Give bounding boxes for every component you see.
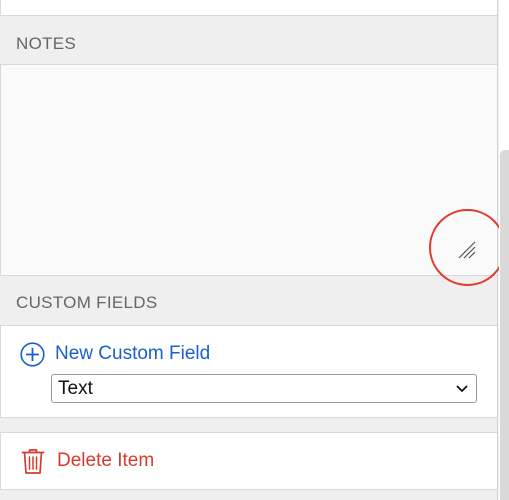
notes-textarea[interactable] [0,64,497,276]
item-editor-page: NOTES CUSTOM FIELDS New Custom Field Tex… [0,0,509,500]
notes-section-header: NOTES [0,20,497,64]
delete-item-button[interactable]: Delete Item [21,446,154,476]
item-detail-panel: NOTES CUSTOM FIELDS New Custom Field Tex… [0,0,498,500]
new-custom-field-label: New Custom Field [55,343,211,364]
annotation-highlight-circle [429,209,506,286]
field-type-select[interactable]: Text [51,374,477,403]
custom-fields-header-label: CUSTOM FIELDS [16,293,158,312]
notes-header-label: NOTES [16,34,77,53]
new-custom-field-button[interactable]: New Custom Field [20,340,210,368]
field-type-selected-value: Text [58,377,93,399]
scrollbar-thumb[interactable] [500,150,509,500]
custom-fields-section-header: CUSTOM FIELDS [0,279,497,325]
plus-circle-icon [20,341,45,367]
chevron-down-icon [456,385,468,392]
trash-icon [21,448,45,474]
custom-fields-area [0,325,497,418]
delete-item-label: Delete Item [57,450,155,471]
previous-section-bottom [0,0,497,16]
